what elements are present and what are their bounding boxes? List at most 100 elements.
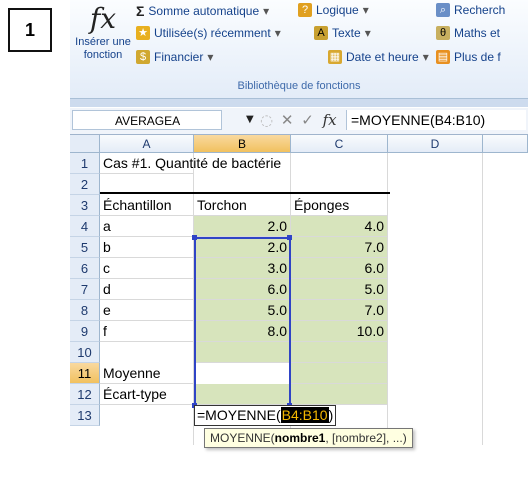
cell-c12[interactable] <box>291 384 388 405</box>
cell-b6[interactable]: 3.0 <box>194 258 291 279</box>
row-header-12[interactable]: 12 <box>70 384 100 405</box>
cell-b3[interactable]: Torchon <box>194 195 291 216</box>
circle-icon: ◌ <box>260 111 274 129</box>
cell-b4[interactable]: 2.0 <box>194 216 291 237</box>
more-functions-button[interactable]: ▤ Plus de f <box>436 50 501 64</box>
sigma-icon: Σ <box>136 3 145 19</box>
logical-label: Logique <box>316 3 359 17</box>
chevron-down-icon: ▾ <box>364 26 371 40</box>
cell-c8[interactable]: 7.0 <box>291 300 388 321</box>
fx-icon[interactable]: fx <box>323 111 337 129</box>
row-header-7[interactable]: 7 <box>70 279 100 300</box>
gridline <box>482 153 483 445</box>
editing-suffix: ) <box>328 407 334 423</box>
lookup-label: Recherch <box>454 3 506 17</box>
cell-b8[interactable]: 5.0 <box>194 300 291 321</box>
fx-icon: fx <box>89 2 117 35</box>
cell-a7[interactable]: d <box>100 279 194 300</box>
star-book-icon: ★ <box>136 26 150 40</box>
text-book-icon: A <box>314 26 328 40</box>
cell-c4[interactable]: 4.0 <box>291 216 388 237</box>
cell-a1[interactable]: Cas #1. Quantité de bactérie <box>100 153 281 174</box>
row-header-10[interactable]: 10 <box>70 342 100 363</box>
insert-function-label-1: Insérer une <box>75 36 131 48</box>
function-library-group-title: Bibliothèque de fonctions <box>237 80 361 92</box>
theta-book-icon: θ <box>436 26 450 40</box>
row-header-13[interactable]: 13 <box>70 405 100 426</box>
insert-function-button[interactable]: fx Insérer une fonction <box>74 2 132 82</box>
cell-a4[interactable]: a <box>100 216 194 237</box>
cell-c11[interactable] <box>291 363 388 384</box>
excel-window: fx Insérer une fonction Σ Somme automati… <box>70 0 528 482</box>
calendar-book-icon: ▦ <box>328 50 342 64</box>
cancel-icon[interactable]: ✕ <box>281 111 294 129</box>
function-tooltip[interactable]: MOYENNE(nombre1, [nombre2], ...) <box>204 428 413 448</box>
cell-a6[interactable]: c <box>100 258 194 279</box>
column-header-c[interactable]: C <box>291 135 388 153</box>
math-button[interactable]: θ Maths et <box>436 26 500 40</box>
logical-button[interactable]: ? Logique ▾ <box>298 3 369 17</box>
cell-a5[interactable]: b <box>100 237 194 258</box>
cell-a11[interactable]: Moyenne <box>100 363 194 384</box>
row-header-6[interactable]: 6 <box>70 258 100 279</box>
chevron-down-icon: ▾ <box>422 50 429 64</box>
lookup-button[interactable]: ⌕ Recherch <box>436 3 505 17</box>
name-box[interactable]: AVERAGEA <box>72 110 222 130</box>
text-label: Texte <box>332 26 361 40</box>
cell-a9[interactable]: f <box>100 321 194 342</box>
cell-c6[interactable]: 6.0 <box>291 258 388 279</box>
lookup-icon: ⌕ <box>436 3 450 17</box>
chevron-down-icon: ▾ <box>263 4 270 18</box>
tooltip-arg1: nombre1 <box>274 431 326 445</box>
cell-b12[interactable] <box>194 384 291 405</box>
range-handle-top-right[interactable] <box>287 235 292 240</box>
column-header-a[interactable]: A <box>100 135 194 153</box>
name-box-dropdown-icon[interactable]: ▼ <box>246 114 254 125</box>
header-top-border <box>100 192 390 194</box>
row-header-11[interactable]: 11 <box>70 363 100 384</box>
range-handle-top-left[interactable] <box>192 235 197 240</box>
select-all-corner[interactable] <box>70 135 100 153</box>
recent-button[interactable]: ★ Utilisée(s) récemment ▾ <box>136 26 281 40</box>
cell-b9[interactable]: 8.0 <box>194 321 291 342</box>
cell-a3[interactable]: Échantillon <box>100 195 194 216</box>
row-header-3[interactable]: 3 <box>70 195 100 216</box>
autosum-label: Somme automatique <box>148 4 260 18</box>
financial-button[interactable]: $ Financier ▾ <box>136 50 213 64</box>
row-header-5[interactable]: 5 <box>70 237 100 258</box>
cell-c9[interactable]: 10.0 <box>291 321 388 342</box>
cell-c3[interactable]: Éponges <box>291 195 388 216</box>
cell-b11-editor[interactable]: =MOYENNE(B4:B10) <box>194 405 337 426</box>
row-header-1[interactable]: 1 <box>70 153 100 174</box>
row-header-2[interactable]: 2 <box>70 174 100 195</box>
formula-input[interactable]: =MOYENNE(B4:B10) <box>346 110 526 130</box>
cell-c5[interactable]: 7.0 <box>291 237 388 258</box>
tooltip-rest: , [nombre2], ...) <box>325 431 407 445</box>
financial-label: Financier <box>154 50 204 64</box>
column-header-b[interactable]: B <box>194 135 291 153</box>
step-number: 1 <box>24 19 35 40</box>
cell-b7[interactable]: 6.0 <box>194 279 291 300</box>
cell-a8[interactable]: e <box>100 300 194 321</box>
more-functions-label: Plus de f <box>454 50 501 64</box>
math-label: Maths et <box>454 26 501 40</box>
cell-b5[interactable]: 2.0 <box>194 237 291 258</box>
cell-c7[interactable]: 5.0 <box>291 279 388 300</box>
cell-c10[interactable] <box>291 342 388 363</box>
row-header-8[interactable]: 8 <box>70 300 100 321</box>
ribbon-spacer <box>70 99 528 107</box>
datetime-button[interactable]: ▦ Date et heure ▾ <box>328 50 429 64</box>
cell-b10[interactable] <box>194 342 291 363</box>
row-header-4[interactable]: 4 <box>70 216 100 237</box>
row-header-9[interactable]: 9 <box>70 321 100 342</box>
enter-icon[interactable]: ✓ <box>301 111 314 129</box>
chevron-down-icon: ▾ <box>274 26 281 40</box>
text-button[interactable]: A Texte ▾ <box>314 26 371 40</box>
question-book-icon: ? <box>298 3 312 17</box>
column-header-d[interactable]: D <box>388 135 483 153</box>
tooltip-function: MOYENNE( <box>210 431 275 445</box>
chevron-down-icon: ▾ <box>362 3 369 17</box>
column-header-e[interactable] <box>483 135 528 153</box>
autosum-button[interactable]: Σ Somme automatique ▾ <box>136 3 269 19</box>
cell-a12[interactable]: Écart-type <box>100 384 194 405</box>
